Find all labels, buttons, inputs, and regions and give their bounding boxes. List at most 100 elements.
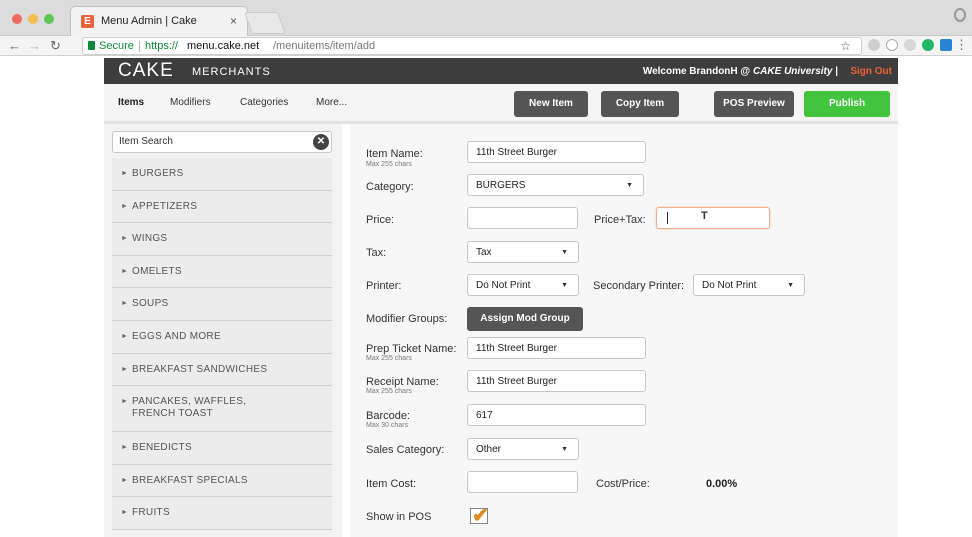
chevron-down-icon: ▼ (561, 282, 568, 289)
window-edge (0, 56, 8, 537)
cost-price-value: 0.00% (706, 478, 738, 490)
new-tab-button[interactable] (243, 12, 287, 34)
nav-items[interactable]: Items (118, 97, 144, 108)
category-list: ► BURGERS ► APPETIZERS ► WINGS ► OMELETS ► SO… (112, 158, 332, 530)
chevron-down-icon: ▼ (626, 182, 633, 189)
arrow-left-icon[interactable]: ← (8, 38, 21, 53)
receipt-name-field[interactable]: 11th Street Burger (467, 370, 646, 392)
item-name-label: Item Name: (366, 148, 423, 160)
url-scheme: https:// (145, 40, 179, 52)
barcode-field[interactable]: 617 (467, 404, 646, 426)
category-item-breakfast-specials[interactable]: ► BREAKFAST SPECIALS (112, 464, 332, 498)
extension-icon[interactable] (904, 39, 916, 51)
arrow-right-icon[interactable]: → (28, 38, 41, 53)
sales-category-label: Sales Category: (366, 444, 445, 456)
modifier-groups-label: Modifier Groups: (366, 313, 448, 325)
item-cost-field[interactable] (467, 471, 578, 493)
category-label: APPETIZERS (132, 200, 198, 212)
sign-out-link[interactable]: Sign Out (850, 66, 892, 77)
category-value: BURGERS (476, 180, 526, 191)
category-label: EGGS AND MORE (132, 330, 221, 342)
expand-arrow-icon: ► (121, 300, 128, 308)
app-content: CAKE MERCHANTS Welcome BrandonH @ CAKE U… (8, 56, 964, 537)
brand-logo[interactable]: CAKE (118, 60, 174, 82)
category-item-breakfast-sandwiches[interactable]: ► BREAKFAST SANDWICHES (112, 353, 332, 387)
price-label: Price: (366, 214, 395, 226)
category-label: BENEDICTS (132, 442, 192, 454)
app-header: CAKE MERCHANTS Welcome BrandonH @ CAKE U… (104, 58, 898, 84)
reload-icon[interactable]: ↻ (50, 38, 61, 54)
sales-category-value: Other (476, 444, 502, 455)
divider (139, 41, 140, 52)
category-sidebar: Item Search ✕ ► BURGERS ► APPETIZERS ► WING… (104, 124, 342, 537)
search-value: Item Search (119, 136, 173, 147)
printer-select[interactable]: Do Not Print ▼ (467, 274, 579, 296)
item-search-input[interactable]: Item Search ✕ (112, 131, 332, 153)
assign-mod-group-button[interactable]: Assign Mod Group (467, 307, 583, 331)
prep-ticket-value: 11th Street Burger (476, 343, 557, 354)
category-item-omelets[interactable]: ► OMELETS (112, 255, 332, 289)
category-select[interactable]: BURGERS ▼ (467, 174, 644, 196)
extension-icon[interactable] (886, 39, 898, 51)
section-nav: Items Modifiers Categories More... New I… (104, 84, 898, 124)
expand-arrow-icon: ► (121, 170, 128, 177)
sales-category-select[interactable]: Other ▼ (467, 438, 579, 460)
category-item-wings[interactable]: ► WINGS (112, 223, 332, 256)
chevron-down-icon: ▼ (561, 446, 568, 453)
pos-preview-button[interactable]: POS Preview (714, 91, 794, 117)
grammarly-icon[interactable] (922, 39, 934, 51)
receipt-name-label: Receipt Name: (366, 376, 439, 388)
printer-value: Do Not Print (476, 280, 531, 291)
browser-menu-icon[interactable]: ⋮ (955, 37, 968, 53)
item-form: Item Name: Max 255 chars 11th Street Bur… (350, 124, 898, 537)
nav-categories[interactable]: Categories (240, 97, 288, 108)
price-tax-field[interactable]: T (656, 207, 770, 229)
nav-modifiers[interactable]: Modifiers (170, 97, 211, 108)
show-in-pos-label: Show in POS (366, 511, 432, 523)
extension-icon[interactable] (868, 39, 880, 51)
brand-subtitle: MERCHANTS (192, 66, 271, 78)
profile-icon[interactable] (954, 8, 966, 22)
maximize-window-icon[interactable] (44, 14, 54, 24)
tax-select[interactable]: Tax ▼ (467, 241, 579, 263)
text-cursor (667, 212, 668, 224)
category-item-pancakes[interactable]: ► PANCAKES, WAFFLES, FRENCH TOAST (112, 386, 332, 433)
nav-more[interactable]: More... (316, 97, 347, 108)
welcome-text: Welcome BrandonH @ CAKE University | (642, 66, 838, 77)
minimize-window-icon[interactable] (28, 14, 38, 24)
cost-price-label: Cost/Price: (596, 478, 650, 490)
show-in-pos-checkbox[interactable]: ✔ (470, 505, 489, 527)
clear-icon[interactable]: ✕ (313, 134, 329, 150)
prep-ticket-field[interactable]: 11th Street Burger (467, 337, 646, 359)
category-item-burgers[interactable]: ► BURGERS (112, 158, 332, 191)
expand-arrow-icon: ► (121, 398, 128, 406)
new-item-button[interactable]: New Item (514, 91, 588, 117)
trello-icon[interactable] (940, 39, 952, 51)
address-bar[interactable]: Secure https:// menu.cake.net /menuitems… (82, 37, 862, 55)
category-item-soups[interactable]: ► SOUPS (112, 288, 332, 321)
lock-icon (88, 41, 95, 50)
barcode-hint: Max 30 chars (366, 422, 409, 429)
browser-tabbar: E Menu Admin | Cake × (0, 0, 972, 36)
item-name-field[interactable]: 11th Street Burger (467, 141, 646, 163)
tab-close-icon[interactable]: × (230, 14, 237, 28)
browser-tab[interactable]: E Menu Admin | Cake × (70, 6, 248, 36)
price-field[interactable] (467, 207, 578, 229)
category-item-fruits[interactable]: ► FRUITS (112, 497, 332, 530)
publish-button[interactable]: Publish (804, 91, 890, 117)
category-item-benedicts[interactable]: ► BENEDICTS (112, 432, 332, 465)
star-icon[interactable]: ☆ (840, 39, 851, 53)
copy-item-button[interactable]: Copy Item (601, 91, 679, 117)
category-item-appetizers[interactable]: ► APPETIZERS (112, 190, 332, 224)
url-path: /menuitems/item/add (273, 40, 376, 52)
secondary-printer-select[interactable]: Do Not Print ▼ (693, 274, 805, 296)
item-name-hint: Max 255 chars (366, 161, 412, 168)
category-item-eggs-and-more[interactable]: ► EGGS AND MORE (112, 320, 332, 354)
prep-ticket-hint: Max 255 chars (366, 355, 412, 362)
expand-arrow-icon: ► (121, 235, 128, 243)
prep-ticket-label: Prep Ticket Name: (366, 343, 457, 355)
secondary-printer-value: Do Not Print (702, 280, 757, 291)
close-window-icon[interactable] (12, 14, 22, 24)
url-host: menu.cake.net (187, 40, 260, 52)
expand-arrow-icon: ► (121, 267, 128, 275)
